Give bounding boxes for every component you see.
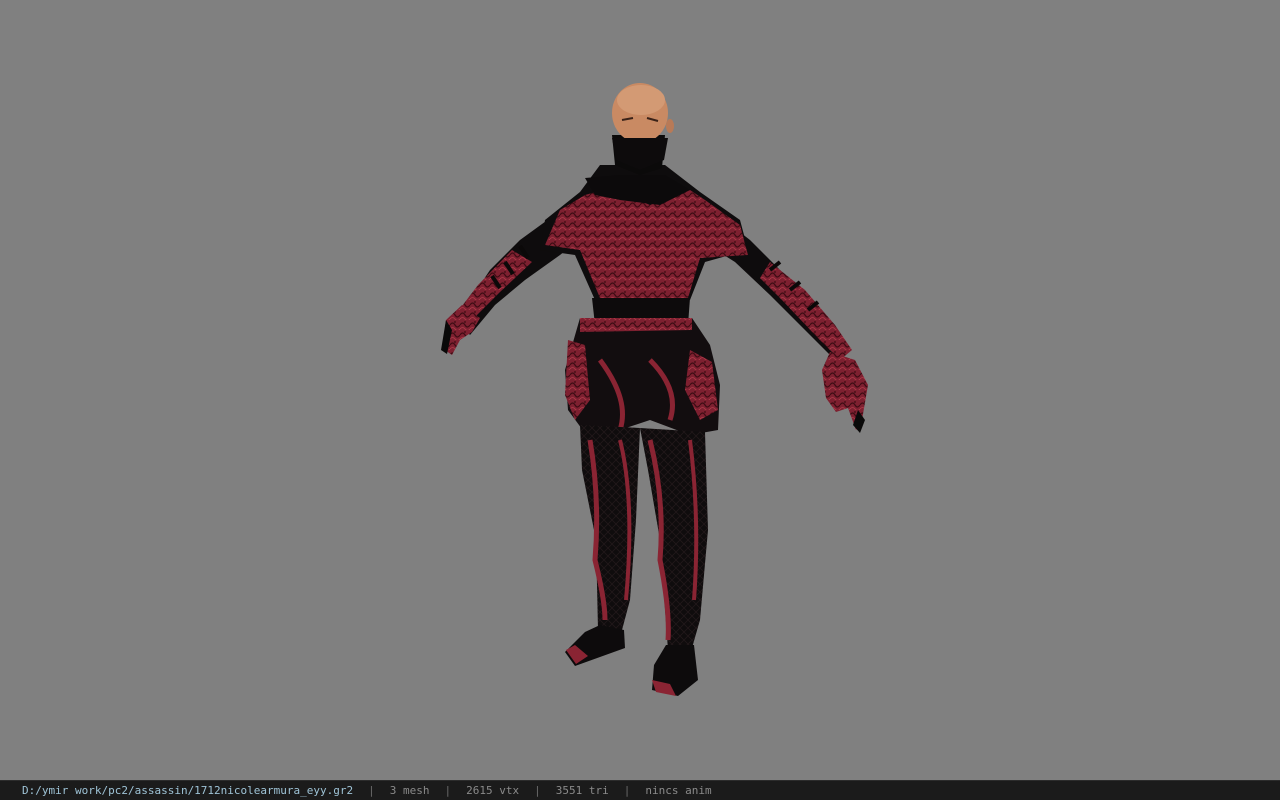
status-bar: D:/ymir work/pc2/assassin/1712nicolearmu… xyxy=(0,780,1280,800)
separator: | xyxy=(444,784,452,797)
separator: | xyxy=(368,784,375,797)
3d-viewport[interactable] xyxy=(0,0,1280,780)
anim-status-label: nincs anim xyxy=(645,784,712,797)
separator: | xyxy=(534,784,541,797)
triangle-count-label: 3551 tri xyxy=(555,784,609,797)
head xyxy=(612,83,674,175)
torso xyxy=(540,165,748,325)
legs xyxy=(565,425,708,696)
mesh-count-label: 3 mesh xyxy=(389,784,430,797)
hip-armor xyxy=(565,318,720,440)
vertex-count-label: 2615 vtx xyxy=(466,784,520,797)
character-model[interactable] xyxy=(0,0,1280,780)
file-path-label: D:/ymir work/pc2/assassin/1712nicolearmu… xyxy=(22,784,354,797)
separator: | xyxy=(623,784,631,797)
